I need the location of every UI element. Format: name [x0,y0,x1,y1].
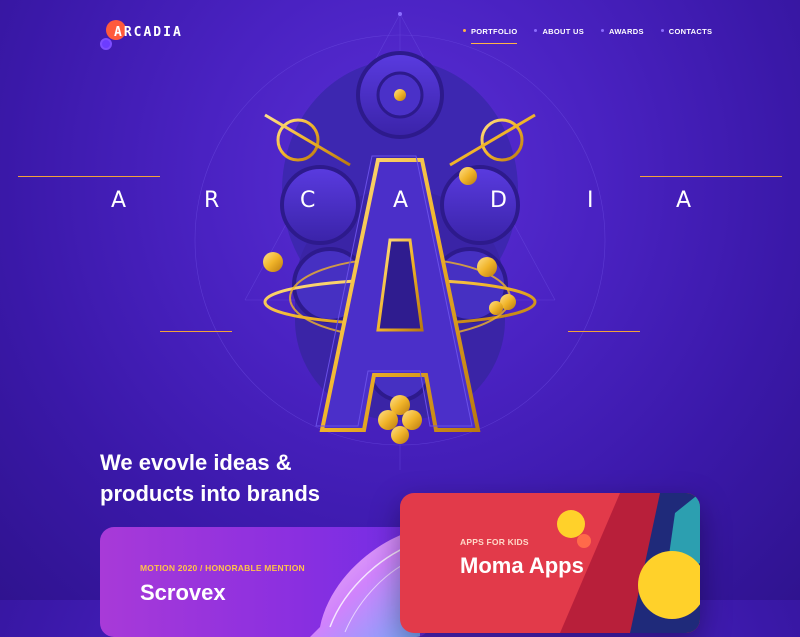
card-title: Moma Apps [460,553,584,578]
hero-letter: R [204,188,220,213]
hero-letter: A [393,188,409,213]
hero-letter: A [676,188,692,213]
hero-letter: A [111,188,127,213]
hero-letter: C [300,188,316,213]
project-card-scrovex[interactable]: MOTION 2020 / HONORABLE MENTION Scrovex [100,527,430,637]
tagline: We evovle ideas & products into brands [100,447,380,509]
hero-line-right-top [640,176,782,177]
hero-letter: I [587,188,594,213]
tagline-line-1: We evovle ideas & [100,450,292,475]
hero-line-right-bottom [568,331,640,332]
project-card-moma-apps[interactable]: APPS FOR KIDS Moma Apps [400,493,700,633]
card-tag: MOTION 2020 / HONORABLE MENTION [140,563,305,573]
hero-title: A R C A D I A [0,188,800,218]
card-tag: APPS FOR KIDS [460,537,529,547]
hero-line-left-top [18,176,160,177]
hero-line-left-bottom [160,331,232,332]
hero-letter: D [490,188,507,213]
card-title: Scrovex [140,580,226,605]
arcadia-emblem-illustration [263,51,537,460]
tagline-line-2: products into brands [100,481,320,506]
